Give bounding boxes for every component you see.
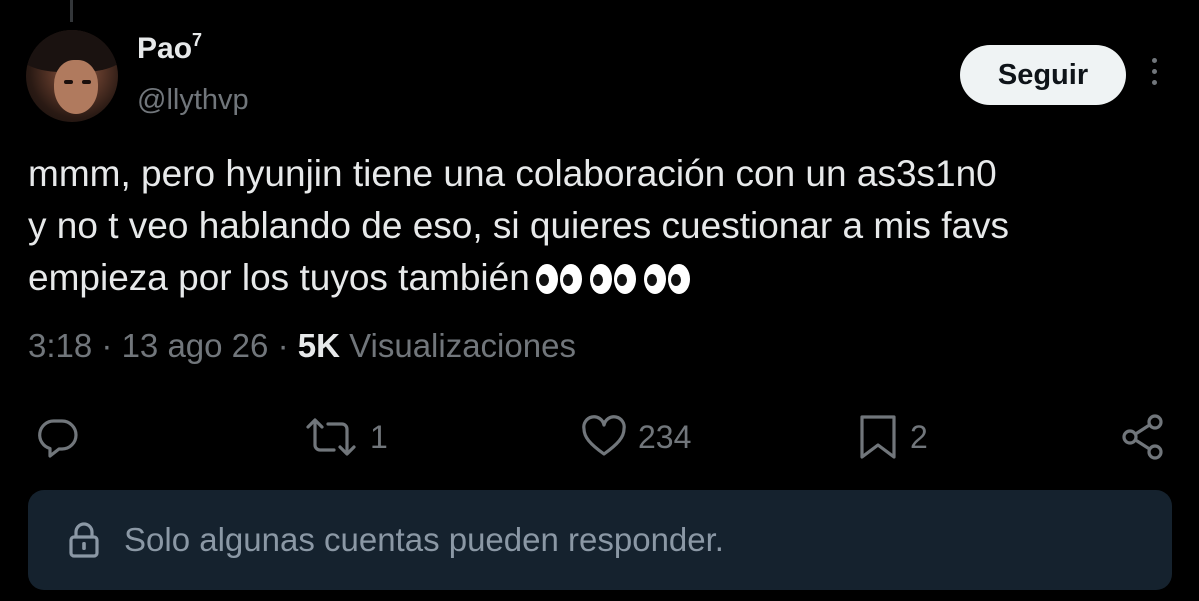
reply-restriction-text: Solo algunas cuentas pueden responder. bbox=[124, 521, 724, 558]
retweet-button[interactable]: 1 bbox=[302, 412, 388, 462]
tweet-date[interactable]: 13 ago 26 bbox=[122, 327, 269, 364]
display-name[interactable]: Pao7 bbox=[137, 30, 203, 66]
reply-icon bbox=[38, 419, 78, 458]
avatar-eye-right bbox=[82, 80, 91, 84]
share-icon bbox=[1122, 414, 1163, 460]
retweet-count: 1 bbox=[370, 418, 388, 455]
views-count[interactable]: 5K bbox=[298, 327, 340, 364]
eyes-emoji bbox=[535, 256, 698, 308]
avatar-eye-left bbox=[64, 80, 73, 84]
tweet-text: mmm, pero hyunjin tiene una colaboración… bbox=[28, 148, 1178, 308]
share-button[interactable] bbox=[1118, 412, 1168, 462]
meta-separator: · bbox=[277, 327, 289, 364]
follow-button[interactable]: Seguir bbox=[960, 45, 1126, 105]
heart-icon bbox=[582, 415, 626, 456]
like-count: 234 bbox=[638, 418, 692, 455]
display-name-text[interactable]: Pao bbox=[137, 32, 192, 65]
tweet-body: mmm, pero hyunjin tiene una colaboración… bbox=[28, 153, 1010, 298]
bookmark-button[interactable]: 2 bbox=[856, 412, 928, 462]
avatar[interactable] bbox=[26, 30, 118, 122]
more-icon[interactable] bbox=[1145, 58, 1163, 92]
thread-line bbox=[70, 0, 73, 22]
meta-separator: · bbox=[101, 327, 113, 364]
retweet-icon bbox=[306, 418, 356, 456]
bookmark-count: 2 bbox=[910, 418, 928, 455]
display-name-sup: 7 bbox=[192, 30, 203, 50]
tweet-meta: 3:18 · 13 ago 26 · 5K Visualizaciones bbox=[28, 327, 576, 365]
reply-button[interactable] bbox=[34, 412, 92, 462]
avatar-face bbox=[54, 60, 98, 114]
user-handle[interactable]: @llythvp bbox=[137, 84, 249, 117]
action-bar: 1 234 2 bbox=[0, 412, 1199, 462]
tweet-time[interactable]: 3:18 bbox=[28, 327, 92, 364]
lock-icon bbox=[66, 520, 102, 560]
reply-restriction-banner: Solo algunas cuentas pueden responder. bbox=[28, 490, 1172, 590]
views-label[interactable]: Visualizaciones bbox=[349, 327, 576, 364]
like-button[interactable]: 234 bbox=[580, 412, 691, 462]
bookmark-icon bbox=[860, 415, 896, 459]
